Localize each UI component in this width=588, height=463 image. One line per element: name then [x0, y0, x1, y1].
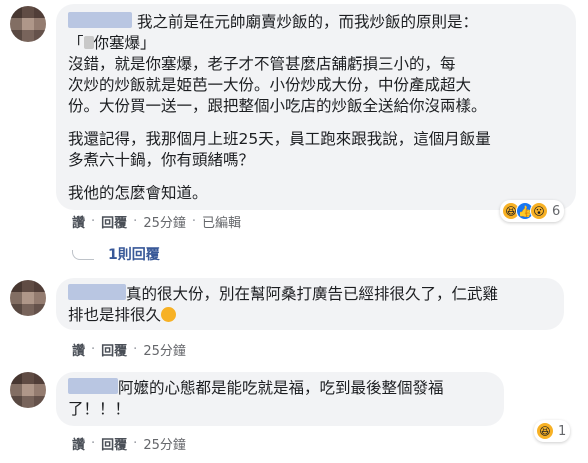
like-button[interactable]: 讚 — [72, 434, 85, 453]
comment-actions: 讚 · 回覆 · 25分鐘 — [72, 434, 186, 453]
wow-icon: 😮 — [530, 202, 548, 220]
timestamp[interactable]: 25分鐘 — [143, 340, 186, 359]
like-button[interactable]: 讚 — [72, 340, 85, 359]
rofl-emoji-icon — [161, 307, 177, 322]
avatar[interactable] — [10, 280, 46, 316]
comment-bubble: 阿嬤的心態都是能吃就是福，吃到最後整個發福 了！！！ — [56, 372, 504, 426]
censored-text — [83, 36, 94, 49]
comment-actions: 讚 · 回覆 · 25分鐘 · 已編輯 — [72, 212, 242, 231]
comment-text: 阿嬤的心態都是能吃就是福，吃到最後整個發福 — [68, 378, 498, 399]
commenter-name[interactable] — [68, 284, 126, 300]
comment-actions: 讚 · 回覆 · 25分鐘 — [72, 340, 186, 359]
reply-button[interactable]: 回覆 — [101, 340, 127, 359]
timestamp[interactable]: 25分鐘 — [143, 212, 186, 231]
reaction-count: 1 — [558, 423, 567, 439]
avatar[interactable] — [10, 372, 46, 408]
comment-text: 真的很大份，別在幫阿桑打廣告已經排很久了，仁武雞 — [68, 284, 558, 305]
reactions-summary[interactable]: 😆 👍 😮 6 — [500, 200, 565, 222]
reply-button[interactable]: 回覆 — [101, 434, 127, 453]
like-button[interactable]: 讚 — [72, 212, 85, 231]
haha-icon: 😆 — [536, 422, 554, 440]
comment-bubble: 我之前是在元帥廟賣炒飯的，而我炒飯的原則是： 「你塞爆」 沒錯，就是你塞爆，老子… — [56, 4, 576, 210]
commenter-name[interactable] — [68, 378, 118, 394]
edited-label: 已編輯 — [202, 216, 242, 231]
comment-bubble: 真的很大份，別在幫阿桑打廣告已經排很久了，仁武雞 排也是排很久 — [56, 278, 564, 330]
reactions-summary[interactable]: 😆 1 — [534, 420, 571, 442]
reaction-count: 6 — [552, 203, 561, 219]
view-replies-link[interactable]: 1則回覆 — [108, 244, 160, 264]
reply-connector — [72, 250, 94, 260]
commenter-name[interactable] — [68, 12, 132, 28]
avatar[interactable] — [10, 6, 46, 42]
reply-button[interactable]: 回覆 — [101, 212, 127, 231]
comment-text: 我之前是在元帥廟賣炒飯的，而我炒飯的原則是： — [68, 12, 568, 33]
timestamp[interactable]: 25分鐘 — [143, 434, 186, 453]
